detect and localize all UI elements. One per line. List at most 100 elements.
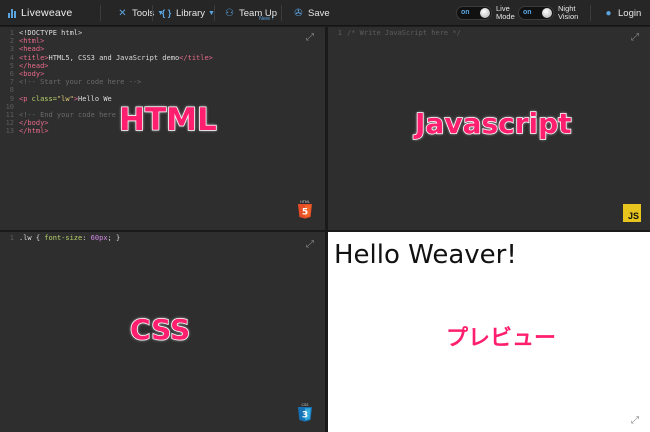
code-token: <body> xyxy=(19,70,45,79)
css-code-editor[interactable]: 1 .lw { font-size: 60px; } xyxy=(2,234,120,242)
new-badge: New ! xyxy=(259,16,274,22)
preview-pane[interactable]: Hello Weaver! プレビュー ⤢ xyxy=(328,232,650,432)
code-line[interactable]: 5 </head> xyxy=(2,62,213,70)
pane-annotation-css: CSS xyxy=(129,312,191,347)
code-token: ; } xyxy=(107,234,121,242)
code-token: font-size xyxy=(44,234,83,242)
code-token: </title> xyxy=(179,53,213,62)
toggle-knob xyxy=(542,8,552,18)
team-icon: ⚇ xyxy=(225,7,234,19)
css3-icon-text: CSS xyxy=(302,403,310,407)
css3-icon: CSS 3 xyxy=(298,403,312,422)
toggle-knob xyxy=(480,8,490,18)
code-text: /* Write JavaScript here */ xyxy=(347,29,461,37)
html5-icon-number: 5 xyxy=(302,208,308,218)
pane-annotation-javascript: Javascript xyxy=(414,106,572,141)
javascript-code-editor[interactable]: 1 /* Write JavaScript here */ xyxy=(330,29,461,37)
code-line[interactable]: 1 .lw { font-size: 60px; } xyxy=(2,234,120,242)
code-token: <!DOCTYPE html> xyxy=(19,29,83,37)
code-line[interactable]: 7 <!-- Start your code here --> xyxy=(2,78,213,86)
toolbar-divider xyxy=(100,5,101,21)
night-vision-toggle[interactable]: on Night Vision xyxy=(518,0,578,26)
library-menu[interactable]: { } Library ▼ xyxy=(161,0,215,26)
code-line[interactable]: 1 <!DOCTYPE html> xyxy=(2,29,213,37)
toolbar-divider xyxy=(281,5,282,21)
code-token: <p xyxy=(19,94,32,103)
code-line[interactable]: 2 <html> xyxy=(2,37,213,45)
line-number: 7 xyxy=(9,78,14,87)
line-number: 2 xyxy=(9,37,14,46)
code-token: </head> xyxy=(19,61,49,70)
code-token: .lw { xyxy=(19,234,45,242)
code-token: <!-- End your code here --> xyxy=(19,111,133,120)
toggle-switch: on xyxy=(456,6,492,20)
code-line[interactable]: 4 <title>HTML5, CSS3 and JavaScript demo<… xyxy=(2,54,213,62)
code-text: <head> xyxy=(19,45,44,53)
code-line[interactable]: 8 xyxy=(2,86,213,94)
liveweave-logo[interactable]: Liveweave xyxy=(8,0,72,26)
tools-label: Tools xyxy=(132,7,155,19)
line-number: 5 xyxy=(9,61,14,70)
library-label: Library xyxy=(176,7,206,19)
html5-icon-text: HTML xyxy=(300,200,310,204)
line-number: 9 xyxy=(9,94,14,103)
html-editor-pane[interactable]: 1 <!DOCTYPE html> 2 <html> 3 <head> 4 <title>HT… xyxy=(0,27,325,230)
save-label: Save xyxy=(308,7,330,19)
night-vision-label-bottom: Vision xyxy=(558,12,579,21)
toggle-state: on xyxy=(523,9,532,16)
toolbar-divider xyxy=(590,5,591,21)
line-number: 13 xyxy=(5,127,14,136)
expand-icon[interactable]: ⤢ xyxy=(305,240,315,250)
save-icon: ✇ xyxy=(294,7,303,19)
line-number: 12 xyxy=(5,119,14,128)
code-text: </head> xyxy=(19,62,49,70)
code-token: /* Write JavaScript here */ xyxy=(347,29,461,37)
code-text: </body> xyxy=(19,119,49,127)
tools-menu[interactable]: ✕ Tools ▼ xyxy=(117,0,164,26)
expand-icon[interactable]: ⤢ xyxy=(305,33,315,43)
team-up-button[interactable]: ⚇ Team Up xyxy=(224,0,277,26)
css-editor-pane[interactable]: 1 .lw { font-size: 60px; } ⤢ CSS CSS 3 xyxy=(0,232,325,432)
line-number: 8 xyxy=(9,86,14,95)
code-line[interactable]: 1 /* Write JavaScript here */ xyxy=(330,29,461,37)
code-text: <!-- Start your code here --> xyxy=(19,78,141,86)
expand-icon[interactable]: ⤢ xyxy=(630,416,640,426)
line-number: 1 xyxy=(9,29,14,37)
code-text: <title>HTML5, CSS3 and JavaScript demo</… xyxy=(19,54,213,62)
line-number: 6 xyxy=(9,70,14,79)
braces-icon: { } xyxy=(161,7,172,18)
line-number: 1 xyxy=(337,29,342,37)
code-text: <p class="lw">Hello We xyxy=(19,95,112,103)
code-token: Hello We xyxy=(78,94,112,103)
preview-output-text: Hello Weaver! xyxy=(334,240,517,270)
code-text: <!DOCTYPE html> xyxy=(19,29,82,37)
code-token: "lw" xyxy=(56,94,74,103)
pane-annotation-preview: プレビュー xyxy=(445,325,557,352)
code-token: </html> xyxy=(19,127,49,136)
code-text: .lw { font-size: 60px; } xyxy=(19,234,120,242)
save-button[interactable]: ✇ Save xyxy=(293,0,330,26)
code-text: <!-- End your code here --> xyxy=(19,111,133,119)
expand-icon[interactable]: ⤢ xyxy=(630,33,640,43)
code-token: <html> xyxy=(19,37,45,46)
login-button[interactable]: ● Login xyxy=(603,0,641,26)
code-token: 60px xyxy=(90,234,108,242)
wrench-icon: ✕ xyxy=(118,7,127,19)
javascript-editor-pane[interactable]: 1 /* Write JavaScript here */ ⤢ Javascrip… xyxy=(328,27,650,230)
code-line[interactable]: 6 <body> xyxy=(2,70,213,78)
toggle-state: on xyxy=(461,9,470,16)
live-mode-toggle[interactable]: on Live Mode xyxy=(456,0,515,26)
horizontal-splitter[interactable] xyxy=(0,230,650,232)
code-token: <!-- Start your code here --> xyxy=(19,78,142,87)
night-vision-label: Night Vision xyxy=(558,5,578,21)
live-mode-label-bottom: Mode xyxy=(496,12,515,21)
code-token: class= xyxy=(31,94,57,103)
logo-bars-icon xyxy=(8,8,16,18)
top-toolbar: Liveweave ✕ Tools ▼ { } Library ▼ ⚇ Team… xyxy=(0,0,650,26)
js-icon: JS xyxy=(623,204,641,222)
pane-annotation-html: HTML xyxy=(118,101,217,139)
code-line[interactable]: 3 <head> xyxy=(2,45,213,53)
code-token: </body> xyxy=(19,119,49,128)
code-token: <head> xyxy=(19,45,45,54)
code-token: : xyxy=(82,234,91,242)
